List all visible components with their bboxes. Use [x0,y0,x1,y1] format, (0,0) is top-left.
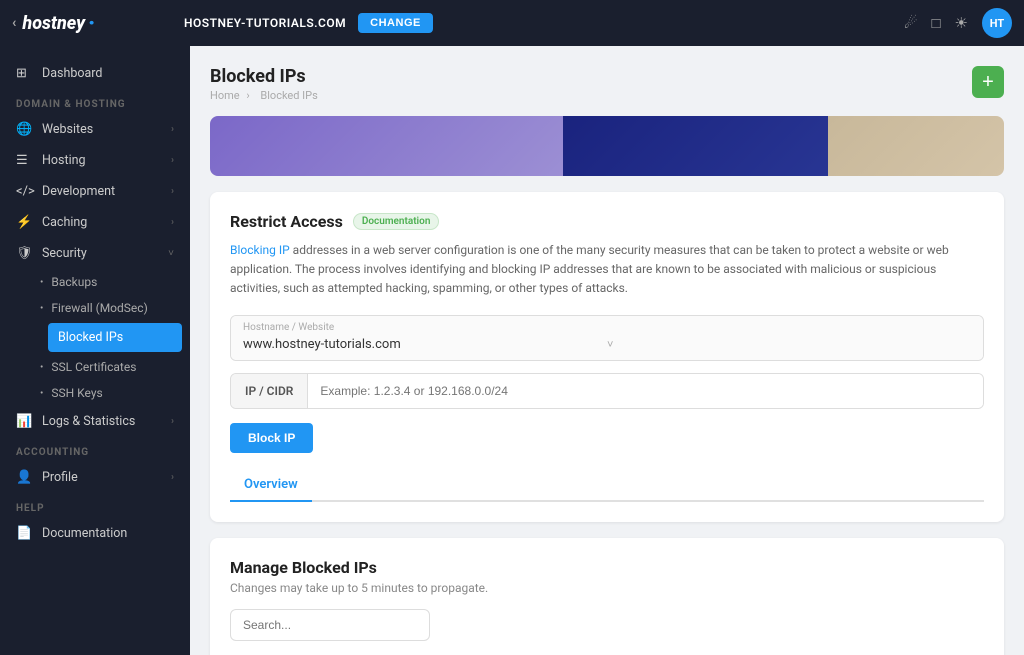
sidebar-item-hosting[interactable]: ☰ Hosting › [0,145,190,176]
sidebar-item-development[interactable]: </> Development › [0,176,190,207]
chevron-right-icon: › [171,155,174,166]
page-header: Blocked IPs Home › Blocked IPs + [210,66,1004,102]
restrict-title: Restrict Access [230,212,343,231]
sidebar-item-websites[interactable]: 🌐 Websites › [0,114,190,145]
ip-cidr-input[interactable] [308,374,983,408]
sidebar-label-caching: Caching [42,215,87,230]
hostname-label: Hostname / Website [231,316,983,333]
change-button[interactable]: CHANGE [358,13,433,33]
page-title: Blocked IPs [210,66,322,87]
manage-blocked-ips-card: Manage Blocked IPs Changes may take up t… [210,538,1004,655]
chevron-right-icon: › [171,217,174,228]
dashboard-icon: ⊞ [16,66,34,81]
restrict-header: Restrict Access Documentation [230,212,984,231]
block-ip-button[interactable]: Block IP [230,423,313,453]
breadcrumb-current: Blocked IPs [260,89,317,102]
restrict-desc-text: addresses in a web server configuration … [230,243,949,295]
topnav: ‹ hostney · HOSTNEY-TUTORIALS.COM CHANGE… [0,0,1024,46]
documentation-icon: 📄 [16,526,34,541]
sidebar-section-help: HELP [0,493,190,518]
documentation-badge[interactable]: Documentation [353,213,440,230]
sidebar-label-blocked-ips: Blocked IPs [58,330,123,345]
sidebar-item-ssl[interactable]: SSL Certificates [40,354,190,380]
brand-logo: hostney [22,13,85,34]
banner-segment-3 [828,116,1004,176]
sidebar-label-ssh: SSH Keys [51,386,102,400]
hosting-icon: ☰ [16,153,34,168]
sidebar-label-development: Development [42,184,115,199]
sidebar-label-websites: Websites [42,122,93,137]
sidebar-item-blocked-ips[interactable]: Blocked IPs [48,323,182,352]
logs-icon: 📊 [16,414,34,429]
sidebar-item-profile[interactable]: 👤 Profile › [0,462,190,493]
search-input[interactable] [230,609,430,641]
breadcrumb: Home › Blocked IPs [210,89,322,102]
restrict-access-card: Restrict Access Documentation Blocking I… [210,192,1004,522]
manage-subtitle: Changes may take up to 5 minutes to prop… [230,581,984,595]
main-content: Blocked IPs Home › Blocked IPs + Restric… [190,46,1024,655]
tabs: Overview [230,469,984,502]
brand: ‹ hostney · [12,11,172,36]
chevron-right-icon: › [171,124,174,135]
sidebar-item-firewall[interactable]: Firewall (ModSec) [40,295,190,321]
hostname-value: www.hostney-tutorials.com [243,337,607,352]
sidebar-item-dashboard[interactable]: ⊞ Dashboard [0,58,190,89]
manage-title: Manage Blocked IPs [230,558,984,577]
breadcrumb-home[interactable]: Home [210,89,240,102]
settings-icon[interactable]: ☀ [955,14,968,32]
blocking-ip-link[interactable]: Blocking IP [230,243,290,257]
layout: ⊞ Dashboard DOMAIN & HOSTING 🌐 Websites … [0,46,1024,655]
back-icon[interactable]: ‹ [12,15,16,31]
development-icon: </> [16,184,34,199]
ip-input-row: IP / CIDR [230,373,984,409]
sidebar-label-logs: Logs & Statistics [42,414,135,429]
sidebar-item-backups[interactable]: Backups [40,269,190,295]
sidebar-item-caching[interactable]: ⚡ Caching › [0,207,190,238]
sidebar-label-backups: Backups [51,275,97,289]
chevron-down-icon: ˅ [168,248,174,259]
topnav-right: ☄ □ ☀ HT [904,8,1012,38]
hostname-form-group: Hostname / Website www.hostney-tutorials… [230,315,984,361]
restrict-description: Blocking IP addresses in a web server co… [230,241,984,299]
banner-segment-1 [210,116,563,176]
profile-icon: 👤 [16,470,34,485]
tab-overview[interactable]: Overview [230,469,312,502]
sidebar-item-documentation[interactable]: 📄 Documentation [0,518,190,549]
dropdown-arrow-icon: ˅ [607,338,971,351]
sidebar-label-profile: Profile [42,470,78,485]
chevron-right-icon: › [171,416,174,427]
sidebar-label-documentation: Documentation [42,526,127,541]
sidebar-item-logs[interactable]: 📊 Logs & Statistics › [0,406,190,437]
banner-segment-2 [563,116,828,176]
hostname-select-field[interactable]: Hostname / Website www.hostney-tutorials… [230,315,984,361]
sidebar-label-ssl: SSL Certificates [51,360,136,374]
add-button[interactable]: + [972,66,1004,98]
decorative-banner [210,116,1004,176]
sidebar-item-ssh[interactable]: SSH Keys [40,380,190,406]
sidebar-item-security[interactable]: 🛡 Security ˅ [0,238,190,269]
user-avatar[interactable]: HT [982,8,1012,38]
activity-icon[interactable]: ☄ [904,14,917,32]
sidebar-section-domain: DOMAIN & HOSTING [0,89,190,114]
chevron-right-icon: › [171,186,174,197]
sidebar-label-hosting: Hosting [42,153,86,168]
websites-icon: 🌐 [16,122,34,137]
chevron-right-icon: › [171,472,174,483]
breadcrumb-separator: › [246,89,249,102]
sidebar-label-dashboard: Dashboard [42,66,102,81]
sidebar: ⊞ Dashboard DOMAIN & HOSTING 🌐 Websites … [0,46,190,655]
ip-label: IP / CIDR [231,374,308,408]
hostname-input-row: www.hostney-tutorials.com ˅ [231,333,983,360]
caching-icon: ⚡ [16,215,34,230]
page-header-left: Blocked IPs Home › Blocked IPs [210,66,322,102]
sidebar-section-accounting: ACCOUNTING [0,437,190,462]
topnav-domain: HOSTNEY-TUTORIALS.COM [184,16,346,30]
sidebar-label-security: Security [42,246,87,261]
sidebar-security-sub: Backups Firewall (ModSec) Blocked IPs SS… [0,269,190,406]
security-icon: 🛡 [16,246,34,261]
sidebar-label-firewall: Firewall (ModSec) [51,301,147,315]
message-icon[interactable]: □ [931,14,940,32]
